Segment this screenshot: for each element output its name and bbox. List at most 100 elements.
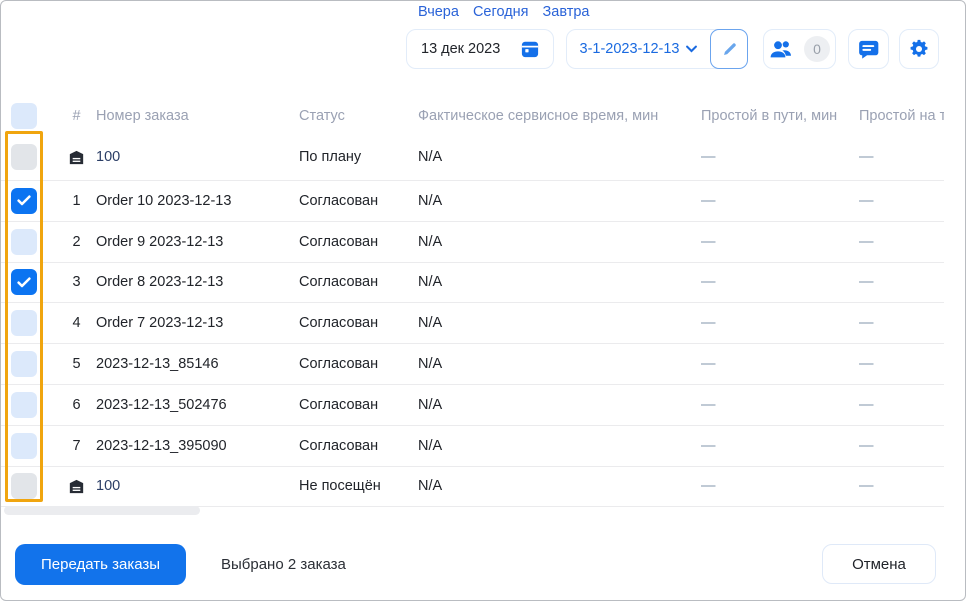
row-checkbox[interactable]	[11, 228, 37, 255]
depot-warehouse-icon	[68, 149, 85, 166]
row-index: 4	[72, 315, 81, 332]
order-status: Согласован	[299, 233, 379, 250]
link-yesterday[interactable]: Вчера	[418, 4, 459, 20]
service-time: N/A	[418, 149, 443, 165]
table-row: 7 2023-12-13_395090 Согласован N/A — —	[1, 426, 944, 467]
order-number: 2023-12-13_395090	[96, 437, 227, 454]
service-time: N/A	[418, 274, 443, 291]
order-number: Order 8 2023-12-13	[96, 274, 224, 291]
row-checkbox[interactable]	[11, 187, 37, 214]
row-checkbox[interactable]	[11, 351, 37, 378]
service-time: N/A	[418, 396, 443, 413]
orders-table: # Номер заказа Статус Фактическое сервис…	[1, 97, 944, 508]
idle-point: —	[859, 478, 874, 495]
route-dropdown-value: 3-1-2023-12-13	[579, 41, 680, 57]
order-status: Согласован	[299, 396, 379, 413]
settings-gear-icon	[908, 38, 930, 60]
order-status: Не посещён	[299, 478, 381, 495]
calendar-icon	[521, 40, 539, 58]
date-value: 13 дек 2023	[421, 41, 501, 57]
table-row: 5 2023-12-13_85146 Согласован N/A — —	[1, 344, 944, 385]
chevron-down-icon	[686, 45, 698, 53]
link-tomorrow[interactable]: Завтра	[543, 4, 590, 20]
order-status: Согласован	[299, 192, 379, 209]
idle-point: —	[859, 356, 874, 373]
order-status: Согласован	[299, 356, 379, 373]
idle-point: —	[859, 315, 874, 332]
comments-icon	[858, 39, 879, 60]
idle-transit: —	[701, 356, 716, 373]
idle-point: —	[859, 233, 874, 250]
table-row: 6 2023-12-13_502476 Согласован N/A — —	[1, 385, 944, 426]
edit-route-button[interactable]	[710, 29, 748, 69]
table-body: 100 По плану N/A — — 1 Order 10 2023-12-…	[1, 134, 944, 508]
couriers-count-badge: 0	[804, 36, 830, 62]
service-time: N/A	[418, 192, 443, 209]
date-picker-button[interactable]: 13 дек 2023	[406, 29, 554, 69]
service-time: N/A	[418, 478, 443, 495]
row-checkbox[interactable]	[11, 473, 37, 500]
route-dropdown[interactable]: 3-1-2023-12-13	[567, 30, 710, 68]
transfer-orders-button[interactable]: Передать заказы	[15, 544, 187, 585]
depot-warehouse-icon	[68, 478, 85, 495]
table-row: 100 Не посещён N/A — —	[1, 467, 944, 508]
row-checkbox[interactable]	[11, 310, 37, 337]
idle-transit: —	[701, 233, 716, 250]
edit-pencil-icon	[721, 41, 738, 58]
order-number: Order 9 2023-12-13	[96, 233, 224, 250]
order-status: Согласован	[299, 437, 379, 454]
table-row: 100 По плану N/A — —	[1, 134, 944, 181]
table-row: 4 Order 7 2023-12-13 Согласован N/A — —	[1, 303, 944, 345]
settings-button[interactable]	[899, 29, 939, 69]
idle-point: —	[859, 437, 874, 454]
order-status: Согласован	[299, 315, 379, 332]
row-index: 1	[72, 192, 81, 209]
comments-button[interactable]	[848, 29, 889, 69]
service-time: N/A	[418, 315, 443, 332]
link-today[interactable]: Сегодня	[473, 4, 529, 20]
idle-transit: —	[701, 192, 716, 209]
select-all-checkbox[interactable]	[11, 102, 37, 129]
idle-transit: —	[701, 437, 716, 454]
row-checkbox[interactable]	[11, 391, 37, 418]
route-selector: 3-1-2023-12-13	[566, 29, 748, 69]
transfer-orders-dialog: Вчера Сегодня Завтра 13 дек 2023 3-1-202…	[0, 0, 966, 601]
couriers-button[interactable]: 0	[763, 29, 836, 69]
couriers-icon	[769, 40, 796, 59]
idle-point: —	[859, 396, 874, 413]
cancel-button[interactable]: Отмена	[822, 544, 936, 584]
row-index: 2	[72, 233, 81, 250]
row-checkbox[interactable]	[11, 269, 37, 296]
table-row: 1 Order 10 2023-12-13 Согласован N/A — —	[1, 181, 944, 222]
header-service-time: Фактическое сервисное время, мин	[418, 107, 659, 124]
header-idle-point: Простой на т	[859, 107, 944, 124]
idle-point: —	[859, 149, 874, 165]
row-checkbox[interactable]	[11, 432, 37, 459]
row-index: 7	[72, 437, 81, 454]
idle-transit: —	[701, 274, 716, 291]
idle-transit: —	[701, 315, 716, 332]
row-index: 5	[72, 356, 81, 373]
header-idle-transit: Простой в пути, мин	[701, 107, 838, 124]
idle-point: —	[859, 192, 874, 209]
idle-transit: —	[701, 149, 716, 165]
order-number: 100	[96, 149, 121, 165]
table-header-row: # Номер заказа Статус Фактическое сервис…	[1, 97, 944, 134]
order-number: 100	[96, 478, 121, 495]
order-status: По плану	[299, 149, 362, 165]
order-number: Order 10 2023-12-13	[96, 192, 232, 209]
idle-transit: —	[701, 478, 716, 495]
table-row: 2 Order 9 2023-12-13 Согласован N/A — —	[1, 222, 944, 263]
service-time: N/A	[418, 356, 443, 373]
horizontal-scrollbar[interactable]	[4, 506, 200, 515]
quick-date-links: Вчера Сегодня Завтра	[418, 4, 590, 20]
order-number: Order 7 2023-12-13	[96, 315, 224, 332]
service-time: N/A	[418, 233, 443, 250]
order-number: 2023-12-13_502476	[96, 396, 227, 413]
row-checkbox[interactable]	[11, 144, 37, 170]
order-status: Согласован	[299, 274, 379, 291]
idle-transit: —	[701, 396, 716, 413]
idle-point: —	[859, 274, 874, 291]
service-time: N/A	[418, 437, 443, 454]
header-status: Статус	[299, 107, 345, 124]
